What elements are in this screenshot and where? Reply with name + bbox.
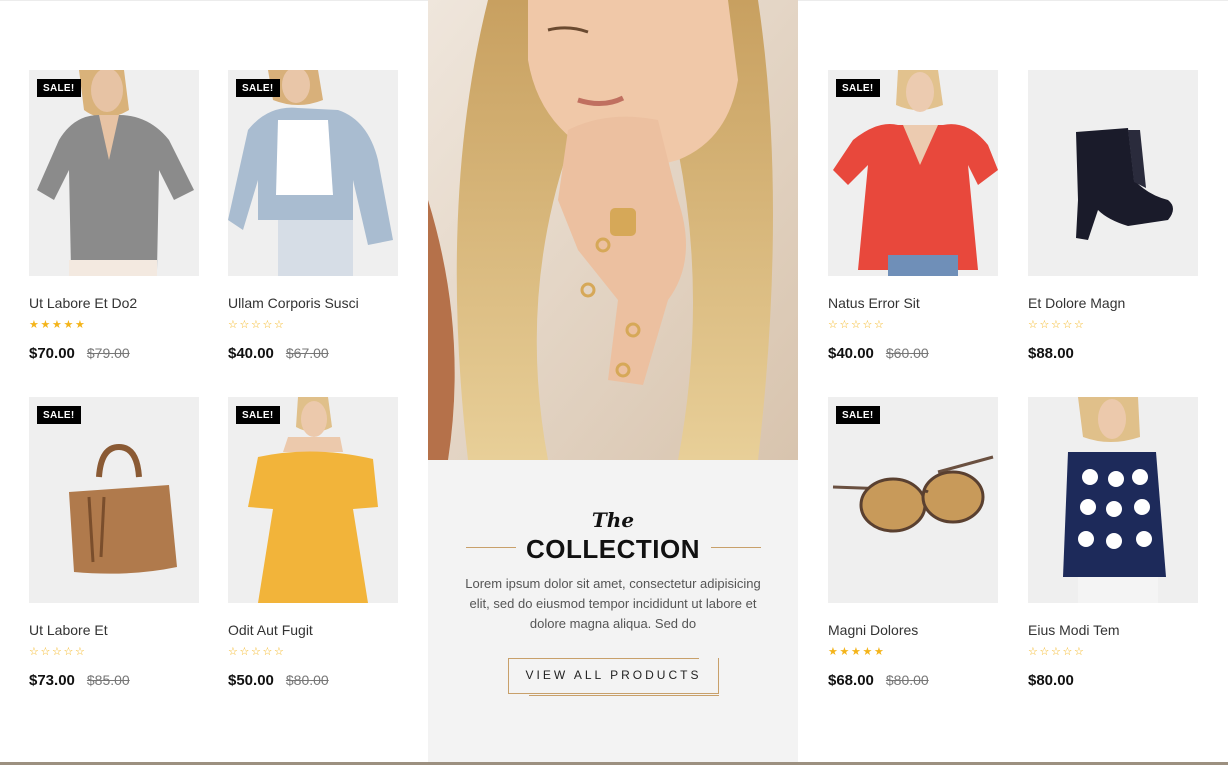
product-price: $73.00 <box>29 672 75 689</box>
product-image-sunglasses[interactable]: SALE! <box>828 397 998 603</box>
product-image-black-boot[interactable] <box>1028 70 1198 276</box>
rating-stars: ☆☆☆☆☆ <box>1028 319 1085 331</box>
product-price: $68.00 <box>828 672 874 689</box>
collection-eyebrow: The <box>591 508 635 532</box>
sale-badge: SALE! <box>236 79 280 97</box>
product-card: Eius Modi Tem ☆☆☆☆☆ $80.00 <box>1028 397 1198 692</box>
rating-stars: ☆☆☆☆☆ <box>228 646 285 658</box>
product-prices: $50.00 $80.00 <box>228 672 398 692</box>
rating-stars: ☆☆☆☆☆ <box>29 646 86 658</box>
sale-badge: SALE! <box>836 79 880 97</box>
product-prices: $88.00 <box>1028 345 1198 365</box>
rating-stars: ★★★★★ <box>29 319 86 331</box>
product-prices: $40.00 $60.00 <box>828 345 998 365</box>
product-name[interactable]: Odit Aut Fugit <box>228 622 398 640</box>
product-image-grey-blouse[interactable]: SALE! <box>29 70 199 276</box>
collection-hero-image <box>428 0 798 460</box>
product-image-patterned-top[interactable] <box>1028 397 1198 603</box>
rating-stars: ☆☆☆☆☆ <box>228 319 285 331</box>
product-prices: $73.00 $85.00 <box>29 672 199 692</box>
product-card: SALE! Ut Labore Et Do2 ★★★★★ $70.00 $79.0… <box>29 70 199 365</box>
product-old-price: $67.00 <box>285 345 329 361</box>
product-image-red-top[interactable]: SALE! <box>828 70 998 276</box>
product-old-price: $60.00 <box>885 345 929 361</box>
product-name[interactable]: Natus Error Sit <box>828 295 998 313</box>
product-price: $80.00 <box>1028 672 1074 689</box>
product-image-brown-bag[interactable]: SALE! <box>29 397 199 603</box>
product-card: SALE! Magni Dolores ★★★★★ $68.00 $80.00 <box>828 397 998 692</box>
product-card: SALE! Ullam Corporis Susci ☆☆☆☆☆ $40.00 $… <box>228 70 398 365</box>
product-old-price: $80.00 <box>285 672 329 688</box>
product-name[interactable]: Ullam Corporis Susci <box>228 295 398 313</box>
view-all-products-button[interactable]: VIEW ALL PRODUCTS <box>508 658 719 696</box>
product-image-yellow-dress[interactable]: SALE! <box>228 397 398 603</box>
rating-stars: ☆☆☆☆☆ <box>1028 646 1085 658</box>
collection-title-row: COLLECTION <box>428 534 798 564</box>
product-name[interactable]: Et Dolore Magn <box>1028 295 1198 313</box>
product-prices: $70.00 $79.00 <box>29 345 199 365</box>
product-card: SALE! Natus Error Sit ☆☆☆☆☆ $40.00 $60.00 <box>828 70 998 365</box>
product-price: $88.00 <box>1028 345 1074 362</box>
sale-badge: SALE! <box>836 406 880 424</box>
product-price: $40.00 <box>828 345 874 362</box>
product-prices: $68.00 $80.00 <box>828 672 998 692</box>
rating-stars: ☆☆☆☆☆ <box>828 319 885 331</box>
product-price: $40.00 <box>228 345 274 362</box>
product-prices: $40.00 $67.00 <box>228 345 398 365</box>
title-divider-right <box>711 547 761 548</box>
sale-badge: SALE! <box>37 79 81 97</box>
product-image-denim-jacket[interactable]: SALE! <box>228 70 398 276</box>
product-old-price: $80.00 <box>885 672 929 688</box>
product-prices: $80.00 <box>1028 672 1198 692</box>
sale-badge: SALE! <box>236 406 280 424</box>
product-price: $70.00 <box>29 345 75 362</box>
collection-title: COLLECTION <box>526 534 700 564</box>
product-card: Et Dolore Magn ☆☆☆☆☆ $88.00 <box>1028 70 1198 365</box>
product-price: $50.00 <box>228 672 274 689</box>
rating-stars: ★★★★★ <box>828 646 885 658</box>
product-card: SALE! Ut Labore Et ☆☆☆☆☆ $73.00 $85.00 <box>29 397 199 692</box>
sale-badge: SALE! <box>37 406 81 424</box>
product-name[interactable]: Magni Dolores <box>828 622 998 640</box>
product-name[interactable]: Eius Modi Tem <box>1028 622 1198 640</box>
product-name[interactable]: Ut Labore Et <box>29 622 199 640</box>
product-old-price: $85.00 <box>86 672 130 688</box>
collection-panel: The COLLECTION Lorem ipsum dolor sit ame… <box>428 0 798 762</box>
collection-description: Lorem ipsum dolor sit amet, consectetur … <box>465 576 761 631</box>
product-old-price: $79.00 <box>86 345 130 361</box>
product-card: SALE! Odit Aut Fugit ☆☆☆☆☆ $50.00 $80.00 <box>228 397 398 692</box>
product-name[interactable]: Ut Labore Et Do2 <box>29 295 199 313</box>
